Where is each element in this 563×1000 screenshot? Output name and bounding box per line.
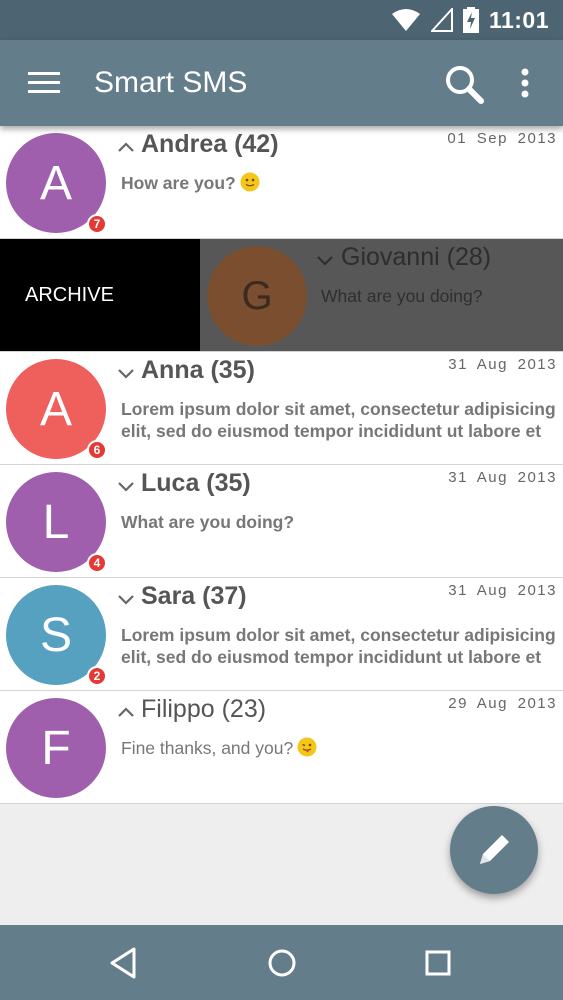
message-date: 31 Aug 2013 <box>448 469 557 486</box>
chevron-up-icon[interactable] <box>117 138 135 156</box>
message-date: 29 Aug 2013 <box>448 695 557 712</box>
smile-emoji-icon <box>240 172 260 192</box>
swiped-conversation[interactable]: G Giovanni (28) What are you doing? <box>200 239 563 351</box>
unread-badge: 6 <box>87 440 107 460</box>
unread-badge: 7 <box>87 214 107 234</box>
app-title: Smart SMS <box>94 66 248 99</box>
app-bar: Smart SMS <box>0 40 563 126</box>
message-date: 31 Aug 2013 <box>448 356 557 373</box>
unread-badge: 2 <box>87 666 107 686</box>
avatar: F <box>6 698 106 798</box>
contact-name: Sara (37) <box>141 582 247 610</box>
home-icon[interactable] <box>262 943 302 983</box>
navigation-bar <box>0 925 563 1000</box>
message-preview: What are you doing? <box>121 512 295 532</box>
conversation-row-swiped[interactable]: ARCHIVE G Giovanni (28) What are you doi… <box>0 239 563 352</box>
battery-charging-icon <box>462 7 479 33</box>
conversation-row[interactable]: A 6 Anna (35) 31 Aug 2013 Lorem ipsum do… <box>0 352 563 465</box>
search-icon[interactable] <box>442 62 486 106</box>
conversation-row[interactable]: S 2 Sara (37) 31 Aug 2013 Lorem ipsum do… <box>0 578 563 691</box>
signal-icon <box>430 8 453 32</box>
message-date: 01 Sep 2013 <box>447 130 557 147</box>
message-preview: Lorem ipsum dolor sit amet, consectetur … <box>121 399 556 441</box>
archive-action[interactable]: ARCHIVE <box>0 239 200 351</box>
chevron-down-icon[interactable] <box>117 364 135 382</box>
conversation-row[interactable]: F Filippo (23) 29 Aug 2013 Fine thanks, … <box>0 691 563 804</box>
contact-name: Filippo (23) <box>141 695 267 723</box>
message-preview: Fine thanks, and you? <box>121 737 557 759</box>
message-preview: How are you? <box>121 172 557 194</box>
back-icon[interactable] <box>104 943 144 983</box>
chevron-down-icon[interactable] <box>117 590 135 608</box>
message-preview: Lorem ipsum dolor sit amet, consectetur … <box>121 625 556 667</box>
more-vertical-icon[interactable] <box>508 64 542 104</box>
conversation-list: A 7 Andrea (42) 01 Sep 2013 How are you?… <box>0 126 563 804</box>
chevron-up-icon[interactable] <box>117 703 135 721</box>
contact-name: Andrea (42) <box>141 130 279 158</box>
status-bar: 11:01 <box>0 0 563 40</box>
conversation-row[interactable]: L 4 Luca (35) 31 Aug 2013 What are you d… <box>0 465 563 578</box>
status-time: 11:01 <box>488 6 549 33</box>
pencil-icon <box>480 835 509 864</box>
tongue-emoji-icon <box>297 737 317 757</box>
recents-icon[interactable] <box>418 943 458 983</box>
compose-button[interactable] <box>450 806 538 894</box>
message-date: 31 Aug 2013 <box>448 582 557 599</box>
contact-name: Anna (35) <box>141 356 255 384</box>
wifi-icon <box>391 9 420 31</box>
contact-name: Luca (35) <box>141 469 251 497</box>
contact-name: Giovanni (28) <box>341 243 492 271</box>
conversation-row[interactable]: A 7 Andrea (42) 01 Sep 2013 How are you? <box>0 126 563 239</box>
unread-badge: 4 <box>87 553 107 573</box>
chevron-down-icon[interactable] <box>117 477 135 495</box>
avatar: G <box>207 246 307 346</box>
chevron-down-icon[interactable] <box>316 251 334 269</box>
hamburger-menu-icon[interactable] <box>26 68 62 98</box>
message-preview: What are you doing? <box>321 286 483 306</box>
